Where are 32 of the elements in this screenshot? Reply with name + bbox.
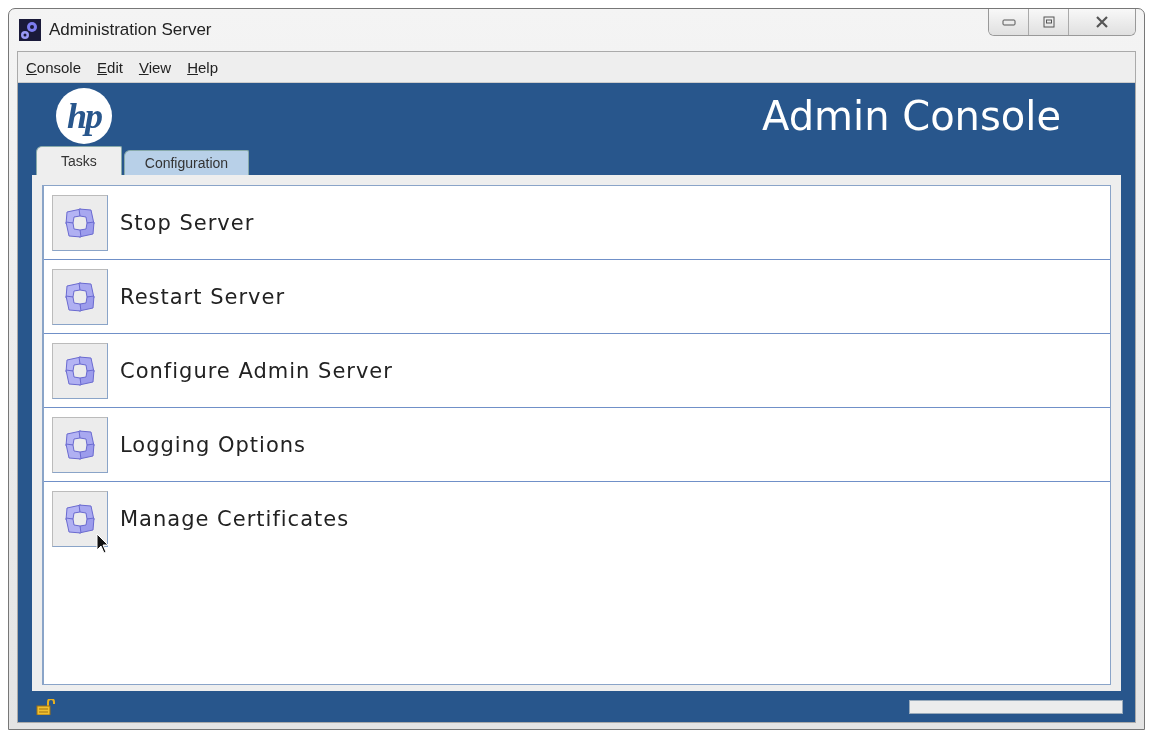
window-title: Administration Server — [49, 20, 212, 40]
pinwheel-icon — [63, 353, 97, 388]
padlock-icon — [36, 698, 56, 715]
gears-icon — [19, 19, 41, 41]
task-button[interactable] — [52, 491, 108, 547]
logo: hp — [56, 88, 112, 144]
maximize-icon — [1042, 16, 1055, 28]
pinwheel-icon — [63, 427, 97, 462]
menu-item[interactable]: View — [138, 58, 172, 76]
close-icon — [1095, 16, 1109, 28]
pinwheel-icon — [63, 279, 97, 314]
pinwheel-icon — [63, 502, 97, 536]
minimize-icon — [1001, 18, 1016, 26]
task-label: Configure Admin Server — [120, 358, 393, 383]
menu-item[interactable]: Help — [187, 58, 219, 76]
task-button[interactable] — [52, 342, 108, 399]
tab[interactable]: Tasks — [36, 146, 122, 175]
pinwheel-icon — [63, 205, 97, 240]
close-button[interactable] — [1069, 9, 1135, 35]
menu-item[interactable]: Edit — [97, 58, 123, 76]
task-label: Restart Server — [120, 284, 286, 309]
app-title: Admin Console — [762, 93, 1061, 139]
tab[interactable]: Configuration — [123, 150, 250, 175]
menu-item[interactable]: Console — [26, 58, 82, 76]
task-label: Logging Options — [120, 432, 306, 457]
minimize-button[interactable] — [989, 9, 1029, 35]
task-button[interactable] — [52, 416, 108, 473]
task-button[interactable] — [52, 268, 108, 325]
maximize-button[interactable] — [1029, 9, 1069, 35]
task-label: Stop Server — [120, 210, 255, 235]
task-label: Manage Certificates — [120, 507, 350, 531]
task-button[interactable] — [52, 194, 108, 251]
